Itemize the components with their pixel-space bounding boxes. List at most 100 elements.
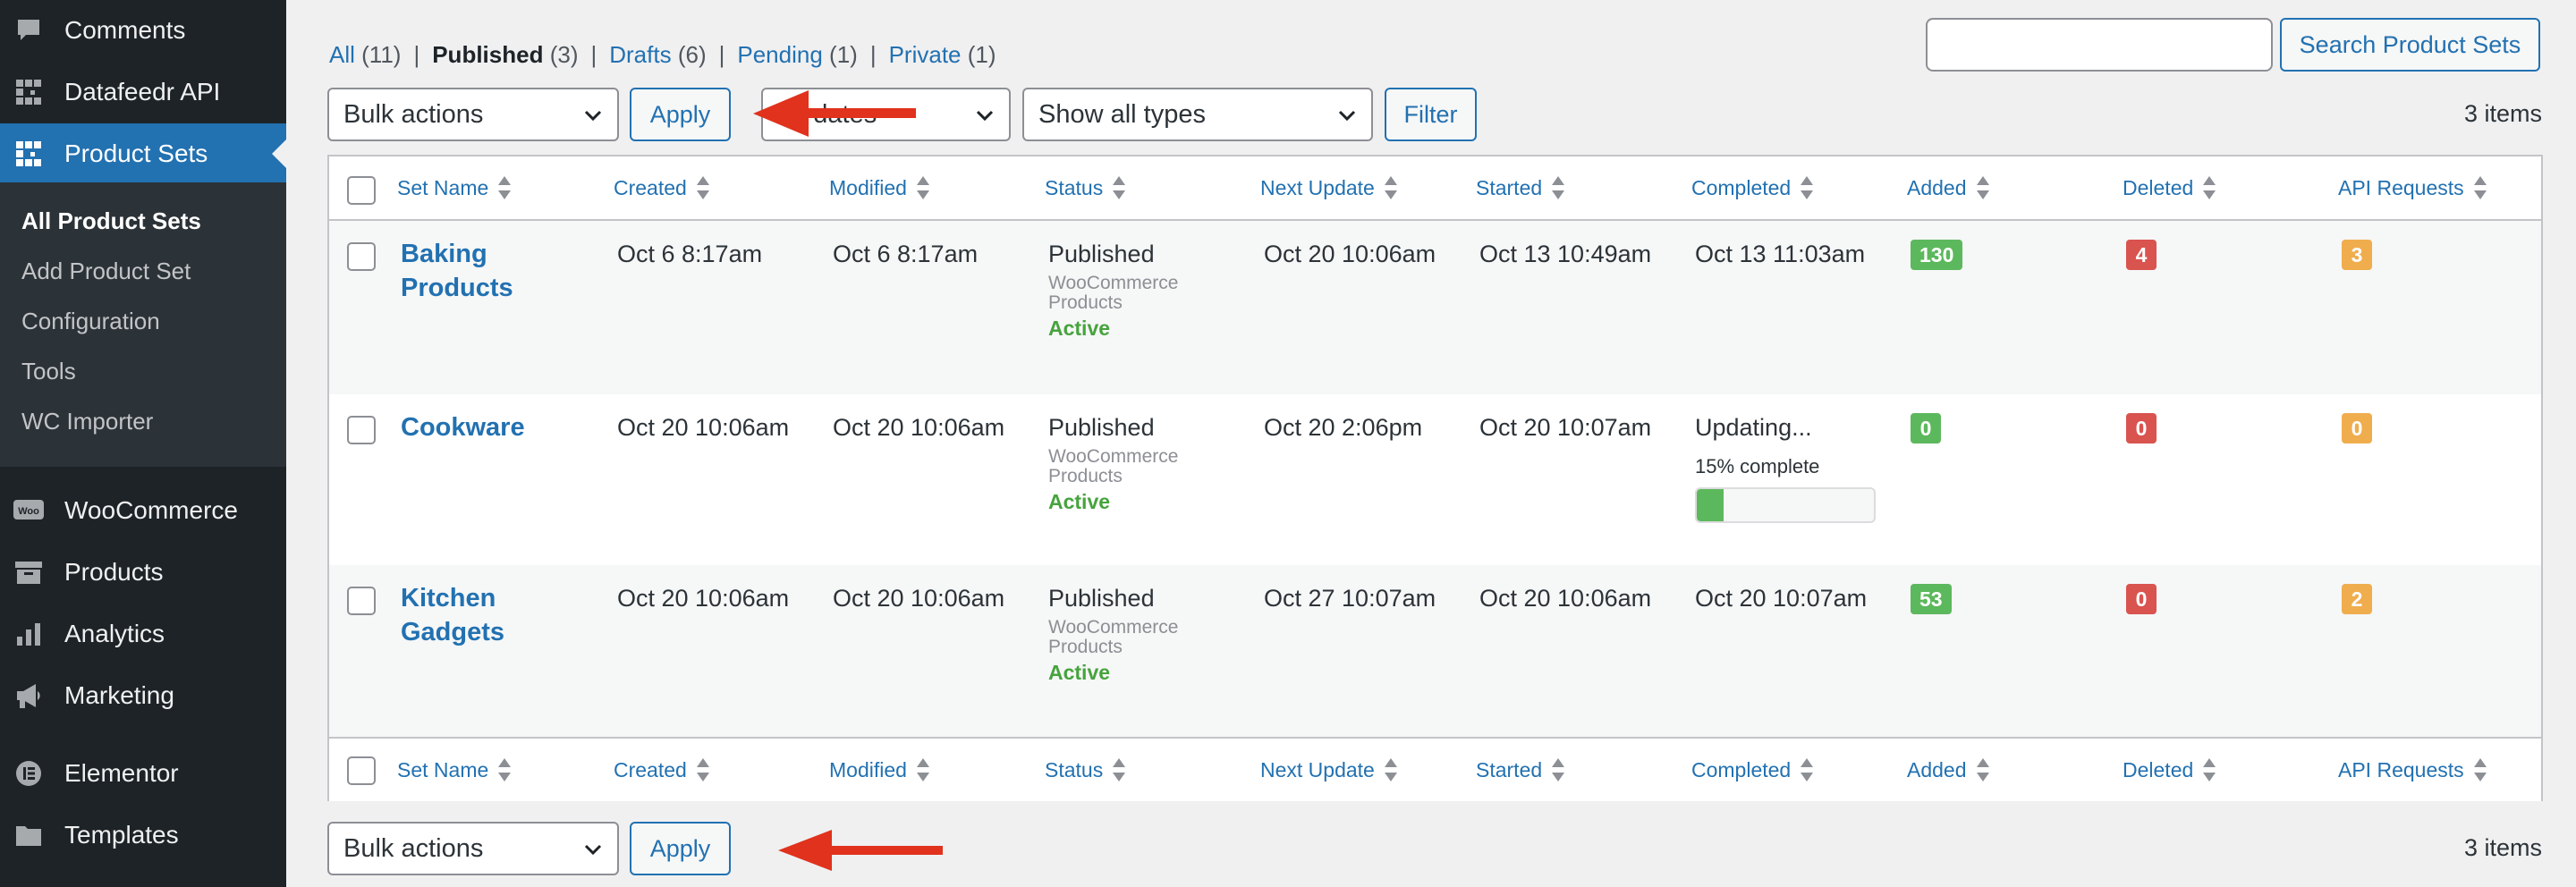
folder-icon xyxy=(13,820,45,850)
submenu-item-add-product-set[interactable]: Add Product Set xyxy=(21,258,191,285)
column-label: Started xyxy=(1476,175,1543,199)
view-published-link[interactable]: Published (3) xyxy=(432,41,578,69)
select-all-checkbox[interactable] xyxy=(347,176,376,205)
menu-item-product-sets[interactable]: Product Sets xyxy=(0,123,286,184)
menu-item-woocommerce[interactable]: Woo WooCommerce xyxy=(0,480,286,541)
column-label: Set Name xyxy=(397,757,489,781)
items-count-top: 3 items xyxy=(2463,100,2542,127)
chevron-down-icon xyxy=(1338,110,1356,122)
chevron-down-icon xyxy=(976,110,994,122)
menu-item-datafeedr-api[interactable]: Datafeedr API xyxy=(0,62,286,122)
sort-icon xyxy=(1801,758,1814,781)
column-footer-created[interactable]: Created xyxy=(614,739,710,801)
sort-icon xyxy=(916,176,929,199)
select-all-checkbox-footer[interactable] xyxy=(347,756,376,785)
modified-cell: Oct 6 8:17am xyxy=(833,241,979,267)
view-separator: | xyxy=(718,41,725,68)
column-header-api-requests[interactable]: API Requests xyxy=(2338,156,2487,219)
row-checkbox[interactable] xyxy=(347,587,376,615)
annotation-arrow-icon xyxy=(778,830,943,871)
submenu-item-all-product-sets[interactable]: All Product Sets xyxy=(21,207,201,235)
column-header-deleted[interactable]: Deleted xyxy=(2123,156,2216,219)
menu-label: Templates xyxy=(64,821,179,849)
menu-label: WooCommerce xyxy=(64,496,238,524)
bulk-actions-select-bottom[interactable]: Bulk actions xyxy=(327,822,619,875)
svg-text:Woo: Woo xyxy=(18,506,39,517)
menu-item-elementor[interactable]: Elementor xyxy=(0,743,286,804)
added-badge: 130 xyxy=(1911,240,1963,270)
column-footer-deleted[interactable]: Deleted xyxy=(2123,739,2216,801)
apply-button-bottom[interactable]: Apply xyxy=(630,822,731,875)
view-label: Private xyxy=(888,41,962,68)
sort-icon xyxy=(1384,758,1397,781)
column-footer-completed[interactable]: Completed xyxy=(1691,739,1814,801)
column-header-completed[interactable]: Completed xyxy=(1691,156,1814,219)
menu-item-templates[interactable]: Templates xyxy=(0,805,286,866)
api-requests-badge: 3 xyxy=(2342,240,2372,270)
status-cell: Published WooCommerce Products Active xyxy=(1048,241,1218,341)
column-footer-added[interactable]: Added xyxy=(1907,739,1990,801)
started-cell: Oct 20 10:07am xyxy=(1479,414,1652,441)
view-drafts-link[interactable]: Drafts (6) xyxy=(609,41,706,69)
view-pending-link[interactable]: Pending (1) xyxy=(737,41,857,69)
datafeedr-icon xyxy=(13,77,45,107)
view-private-link[interactable]: Private (1) xyxy=(889,41,996,69)
menu-item-products[interactable]: Products xyxy=(0,542,286,603)
status-active: Active xyxy=(1048,490,1111,513)
status-active: Active xyxy=(1048,661,1111,684)
sort-icon xyxy=(916,758,929,781)
sort-icon xyxy=(1976,758,1989,781)
search-input[interactable] xyxy=(1926,18,2273,72)
view-label: Published xyxy=(432,41,544,68)
column-header-next-update[interactable]: Next Update xyxy=(1260,156,1398,219)
sort-icon xyxy=(2203,176,2216,199)
sort-icon xyxy=(1552,176,1565,199)
column-footer-api-requests[interactable]: API Requests xyxy=(2338,739,2487,801)
menu-item-comments[interactable]: Comments xyxy=(0,0,286,61)
column-header-created[interactable]: Created xyxy=(614,156,710,219)
column-footer-modified[interactable]: Modified xyxy=(829,739,930,801)
column-label: Next Update xyxy=(1260,757,1375,781)
annotation-arrow-icon xyxy=(753,90,916,137)
column-footer-started[interactable]: Started xyxy=(1476,739,1565,801)
select-value: Show all types xyxy=(1038,99,1206,129)
view-separator: | xyxy=(869,41,877,68)
deleted-badge: 0 xyxy=(2126,584,2157,614)
column-footer-next-update[interactable]: Next Update xyxy=(1260,739,1398,801)
set-name-link[interactable]: Baking Products xyxy=(401,237,562,305)
product-sets-submenu: All Product Sets Add Product Set Configu… xyxy=(0,182,286,467)
bulk-actions-select-top[interactable]: Bulk actions xyxy=(327,88,619,141)
column-header-status[interactable]: Status xyxy=(1045,156,1126,219)
started-cell: Oct 20 10:06am xyxy=(1479,585,1652,612)
type-filter-select[interactable]: Show all types xyxy=(1022,88,1373,141)
view-count: (11) xyxy=(361,41,402,68)
column-footer-set-name[interactable]: Set Name xyxy=(397,739,512,801)
submenu-item-wc-importer[interactable]: WC Importer xyxy=(21,408,153,435)
column-header-started[interactable]: Started xyxy=(1476,156,1565,219)
status-views: All (11) | Published (3) | Drafts (6) | … xyxy=(329,41,996,69)
woo-icon: Woo xyxy=(13,495,45,526)
submenu-item-tools[interactable]: Tools xyxy=(21,358,76,385)
comment-icon xyxy=(13,15,45,46)
next-update-cell: Oct 27 10:07am xyxy=(1264,585,1436,612)
view-label: Drafts xyxy=(609,41,672,68)
filter-button[interactable]: Filter xyxy=(1385,88,1477,141)
next-update-cell: Oct 20 2:06pm xyxy=(1264,414,1423,441)
column-header-set-name[interactable]: Set Name xyxy=(397,156,512,219)
search-product-sets-button[interactable]: Search Product Sets xyxy=(2280,18,2540,72)
set-name-link[interactable]: Cookware xyxy=(401,410,562,444)
column-header-modified[interactable]: Modified xyxy=(829,156,930,219)
column-footer-status[interactable]: Status xyxy=(1045,739,1126,801)
completed-cell: Oct 13 11:03am xyxy=(1695,241,1866,267)
submenu-item-configuration[interactable]: Configuration xyxy=(21,308,160,335)
row-checkbox[interactable] xyxy=(347,416,376,444)
menu-item-analytics[interactable]: Analytics xyxy=(0,604,286,664)
row-checkbox[interactable] xyxy=(347,242,376,271)
view-all-link[interactable]: All (11) xyxy=(329,41,401,69)
column-header-added[interactable]: Added xyxy=(1907,156,1990,219)
menu-item-marketing[interactable]: Marketing xyxy=(0,665,286,726)
apply-button-top[interactable]: Apply xyxy=(630,88,731,141)
set-name-link[interactable]: Kitchen Gadgets xyxy=(401,581,562,649)
progress-text: 15% complete xyxy=(1695,455,1820,477)
table-row: Baking Products Oct 6 8:17am Oct 6 8:17a… xyxy=(329,221,2541,394)
